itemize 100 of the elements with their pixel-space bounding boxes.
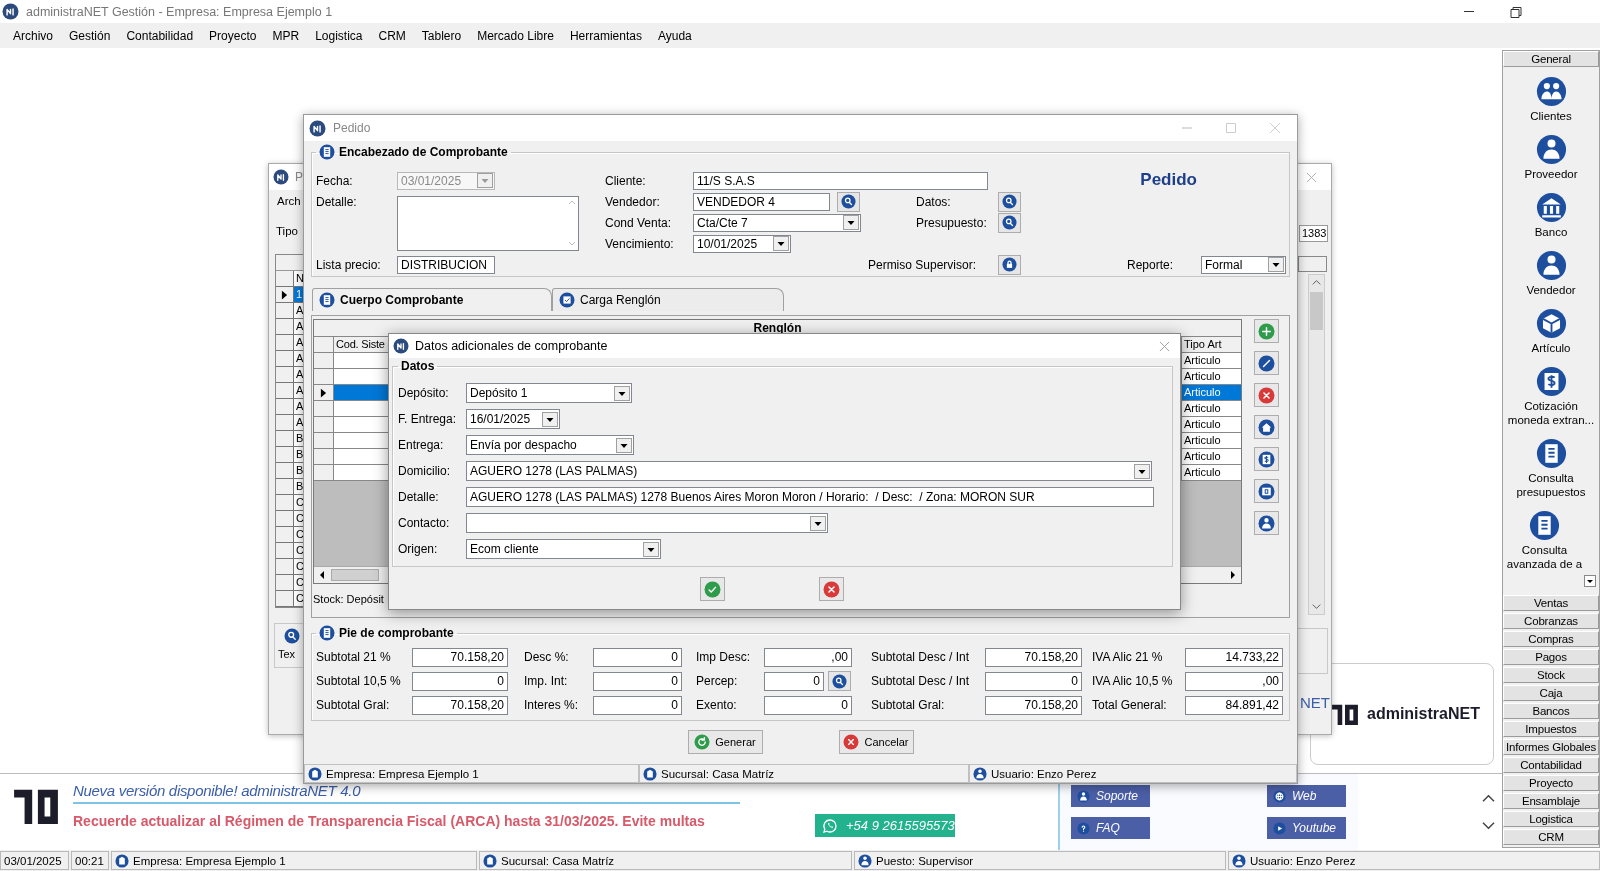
menu-item[interactable]: Archivo: [5, 28, 61, 43]
generate-button[interactable]: Generar: [687, 730, 763, 754]
cancel-button[interactable]: [818, 577, 844, 601]
sidebar-item[interactable]: Banco: [1503, 183, 1599, 241]
number-field[interactable]: 0: [593, 695, 682, 715]
sidebar-section[interactable]: Impuestos: [1503, 721, 1599, 737]
scroll-down-button[interactable]: [1584, 575, 1596, 587]
number-field[interactable]: 70.158,20: [412, 647, 508, 667]
sidebar-section[interactable]: Logistica: [1503, 811, 1599, 827]
menu-item[interactable]: Arch: [275, 190, 303, 212]
sidebar-item[interactable]: Clientes: [1503, 67, 1599, 125]
date-field[interactable]: 16/01/2025: [466, 409, 560, 429]
text-field[interactable]: AGUERO 1278 (LAS PALMAS) 1278 Buenos Aires Moron Moron / Horario: / Desc: / Zona: MORON SUR: [466, 487, 1154, 507]
sidebar-section[interactable]: Ventas: [1503, 595, 1599, 611]
sidebar-section[interactable]: Informes Globales: [1503, 739, 1599, 755]
sidebar-section[interactable]: Stock: [1503, 667, 1599, 683]
number-field[interactable]: 70.158,20: [412, 695, 508, 715]
close-button[interactable]: [1306, 172, 1317, 183]
toolbar-button[interactable]: [1254, 351, 1279, 375]
number-field[interactable]: 0: [985, 671, 1082, 691]
dropdown[interactable]: Envía por despacho: [466, 435, 634, 455]
number-field[interactable]: ,00: [764, 647, 852, 667]
sidebar-item[interactable]: Consulta avanzada de a: [1503, 501, 1599, 573]
vertical-scrollbar[interactable]: [1308, 274, 1325, 615]
number-field[interactable]: 0: [764, 671, 824, 691]
menu-item[interactable]: Ayuda: [649, 28, 700, 43]
close-button[interactable]: [1159, 340, 1170, 352]
sidebar-section[interactable]: Pagos: [1503, 649, 1599, 665]
scroll-down-icon[interactable]: [1480, 820, 1496, 831]
menu-item[interactable]: CRM: [370, 28, 414, 43]
cancel-button[interactable]: Cancelar: [838, 730, 914, 754]
scroll-up-icon[interactable]: [1480, 793, 1496, 804]
toolbar-button[interactable]: [1254, 319, 1279, 343]
link-button[interactable]: Web: [1267, 785, 1346, 807]
menu-item[interactable]: Proyecto: [201, 28, 265, 43]
row-header[interactable]: [314, 385, 334, 400]
toolbar-button[interactable]: [1254, 415, 1279, 439]
sidebar-section[interactable]: Contabilidad: [1503, 757, 1599, 773]
text-field[interactable]: DISTRIBUCION: [397, 255, 495, 274]
sidebar-section[interactable]: Bancos: [1503, 703, 1599, 719]
menu-item[interactable]: Logistica: [307, 28, 371, 43]
sidebar-section[interactable]: CRM: [1503, 829, 1599, 845]
sidebar-section[interactable]: Proyecto: [1503, 775, 1599, 791]
sidebar-header[interactable]: General: [1503, 51, 1599, 67]
scrollbar-thumb[interactable]: [1310, 292, 1323, 330]
search-button[interactable]: [998, 212, 1021, 233]
date-field[interactable]: 10/01/2025: [693, 234, 791, 253]
dropdown[interactable]: Cta/Cte 7: [693, 213, 861, 232]
toolbar-button[interactable]: [1254, 447, 1279, 471]
sidebar-item[interactable]: Proveedor: [1503, 125, 1599, 183]
link-button[interactable]: FAQ: [1071, 817, 1150, 839]
table-cell[interactable]: 1: [294, 287, 303, 302]
search-button[interactable]: [837, 191, 860, 212]
number-field[interactable]: ,00: [1185, 671, 1283, 691]
dropdown[interactable]: AGUERO 1278 (LAS PALMAS): [466, 461, 1152, 481]
sidebar-section[interactable]: Ensamblaje: [1503, 793, 1599, 809]
tab[interactable]: Carga Renglón: [552, 288, 784, 311]
lock-button[interactable]: [998, 254, 1021, 275]
tab[interactable]: Cuerpo Comprobante: [312, 288, 552, 311]
menu-item[interactable]: Herramientas: [561, 28, 650, 43]
sidebar-section[interactable]: Cobranzas: [1503, 613, 1599, 629]
menu-item[interactable]: Mercado Libre: [469, 28, 562, 43]
number-field[interactable]: 1383: [1299, 225, 1328, 242]
scrollbar-thumb[interactable]: [331, 569, 379, 581]
number-field[interactable]: 84.891,42: [1185, 695, 1283, 715]
menu-item[interactable]: Tablero: [413, 28, 470, 43]
memo-field[interactable]: [397, 196, 579, 251]
dropdown[interactable]: Depósito 1: [466, 383, 632, 403]
text-field[interactable]: 11/S S.A.S: [693, 171, 988, 190]
menu-item[interactable]: MPR: [264, 28, 308, 43]
row-header[interactable]: [276, 287, 294, 302]
sidebar-item[interactable]: Artículo: [1503, 299, 1599, 357]
logo-text: NET: [1300, 694, 1330, 711]
dropdown[interactable]: Formal: [1201, 255, 1286, 274]
text-field[interactable]: VENDEDOR 4: [693, 192, 830, 211]
link-button[interactable]: Youtube: [1267, 817, 1346, 839]
field-label: Subtotal Gral:: [316, 698, 391, 712]
search-button[interactable]: [828, 671, 851, 691]
number-field[interactable]: 0: [593, 647, 682, 667]
search-button[interactable]: [998, 191, 1021, 212]
sidebar-item[interactable]: Cotización moneda extran...: [1503, 357, 1599, 429]
sidebar-item[interactable]: Vendedor: [1503, 241, 1599, 299]
sidebar-item[interactable]: Consulta presupuestos: [1503, 429, 1599, 501]
number-field[interactable]: 0: [764, 695, 852, 715]
number-field[interactable]: 0: [412, 671, 508, 691]
toolbar-button[interactable]: [1254, 383, 1279, 407]
number-field[interactable]: 70.158,20: [985, 647, 1082, 667]
toolbar-button[interactable]: [1254, 479, 1279, 503]
toolbar-button[interactable]: [1254, 511, 1279, 535]
sidebar-section[interactable]: Caja: [1503, 685, 1599, 701]
confirm-button[interactable]: [699, 577, 725, 601]
number-field[interactable]: 70.158,20: [985, 695, 1082, 715]
menu-item[interactable]: Contabilidad: [118, 28, 202, 43]
link-button[interactable]: Soporte: [1071, 785, 1150, 807]
number-field[interactable]: 0: [593, 671, 682, 691]
dropdown[interactable]: Ecom cliente: [466, 539, 661, 559]
number-field[interactable]: 14.733,22: [1185, 647, 1283, 667]
dropdown[interactable]: [466, 513, 828, 533]
menu-item[interactable]: Gestión: [61, 28, 119, 43]
sidebar-section[interactable]: Compras: [1503, 631, 1599, 647]
